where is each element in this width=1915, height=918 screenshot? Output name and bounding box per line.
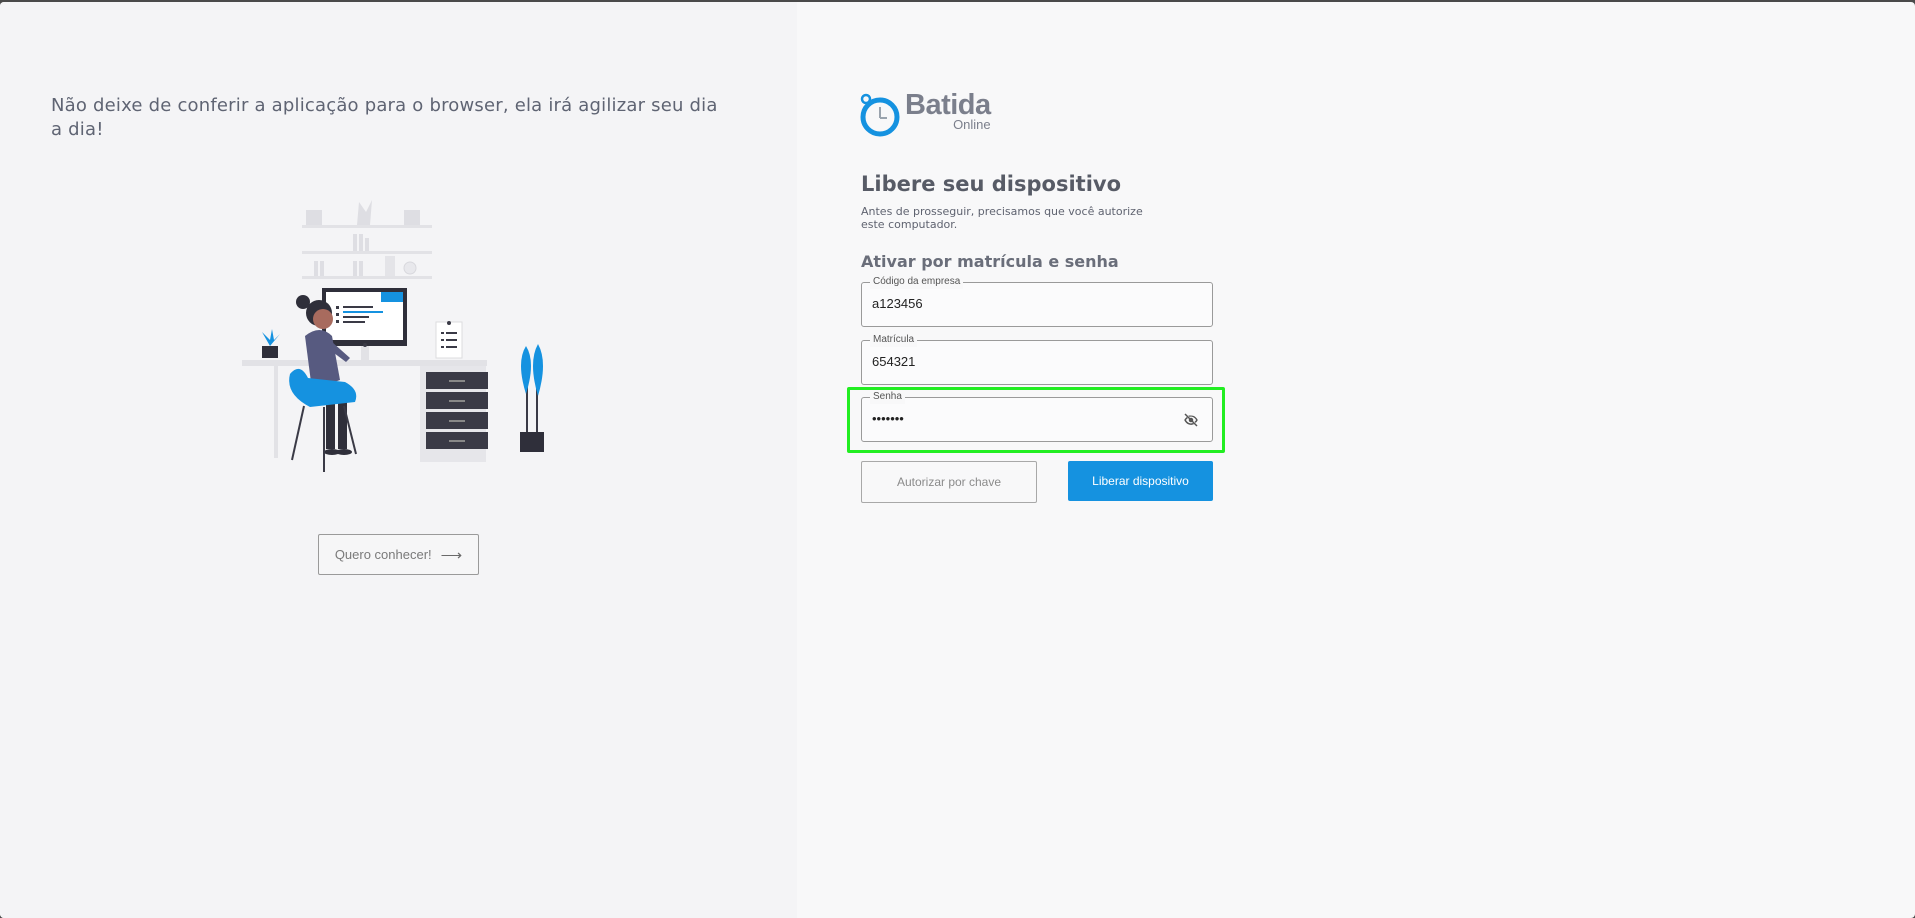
auth-panel: Batida Online Libere seu dispositivo Ant… [797, 2, 1915, 918]
page-subtitle: Antes de prosseguir, precisamos que você… [861, 205, 1143, 231]
know-more-button[interactable]: Quero conhecer! ⟶ [318, 534, 479, 575]
password-input[interactable] [872, 411, 1172, 426]
workspace-illustration [242, 200, 544, 472]
eye-off-icon[interactable] [1181, 411, 1201, 429]
promo-panel: Não deixe de conferir a aplicação para o… [0, 2, 797, 918]
know-more-label: Quero conhecer! [334, 547, 432, 562]
password-field[interactable]: Senha [861, 390, 1213, 442]
page-title: Libere seu dispositivo [861, 172, 1122, 196]
password-label: Senha [870, 390, 905, 404]
promo-text: Não deixe de conferir a aplicação para o… [51, 95, 718, 140]
company-code-field[interactable]: Código da empresa [861, 275, 1213, 327]
company-code-input[interactable] [872, 296, 1172, 311]
authorize-by-key-button[interactable]: Autorizar por chave [861, 461, 1037, 503]
clock-icon [860, 93, 900, 137]
logo-name: Batida [905, 89, 991, 121]
section-title: Ativar por matrícula e senha [861, 252, 1119, 271]
registration-field[interactable]: Matrícula [861, 333, 1213, 385]
release-device-button[interactable]: Liberar dispositivo [1068, 461, 1213, 501]
app-window: Não deixe de conferir a aplicação para o… [0, 2, 1915, 918]
registration-input[interactable] [872, 354, 1172, 369]
registration-label: Matrícula [870, 333, 918, 347]
company-code-label: Código da empresa [870, 275, 964, 289]
arrow-right-icon: ⟶ [440, 546, 463, 564]
logo: Batida Online [860, 90, 991, 138]
